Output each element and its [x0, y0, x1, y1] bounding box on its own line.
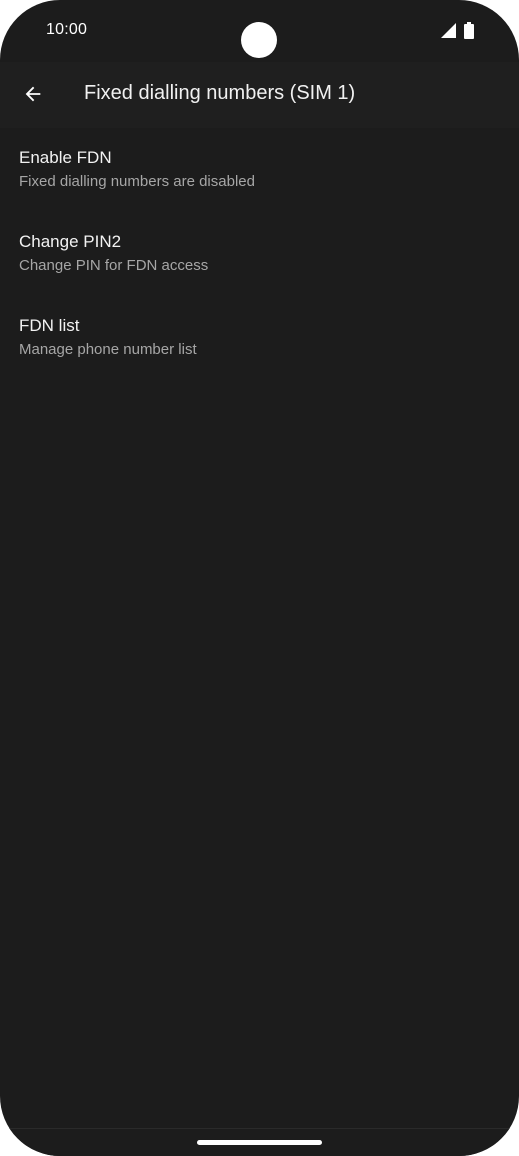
setting-summary: Manage phone number list: [19, 341, 197, 358]
signal-icon: [441, 23, 456, 38]
arrow-back-icon: [25, 86, 41, 102]
setting-title: FDN list: [19, 316, 80, 335]
app-bar: Fixed dialling numbers (SIM 1): [0, 62, 519, 128]
status-bar: 10:00: [0, 0, 519, 62]
enable-fdn-item[interactable]: Enable FDN Fixed dialling numbers are di…: [0, 128, 519, 212]
back-button[interactable]: [12, 73, 54, 115]
home-gesture-handle[interactable]: [197, 1140, 322, 1145]
camera-cutout: [241, 22, 277, 58]
fdn-list-item[interactable]: FDN list Manage phone number list: [0, 296, 519, 380]
page-title: Fixed dialling numbers (SIM 1): [84, 82, 356, 104]
phone-screen: 10:00 Fixed dialling numbers (SIM 1) Ena…: [0, 0, 519, 1156]
setting-title: Change PIN2: [19, 232, 122, 251]
setting-title: Enable FDN: [19, 148, 112, 167]
setting-summary: Fixed dialling numbers are disabled: [19, 173, 255, 190]
navigation-bar: [0, 1128, 519, 1156]
battery-icon: [464, 22, 474, 39]
change-pin2-item[interactable]: Change PIN2 Change PIN for FDN access: [0, 212, 519, 296]
setting-summary: Change PIN for FDN access: [19, 257, 209, 274]
status-time: 10:00: [46, 21, 88, 38]
settings-list: Enable FDN Fixed dialling numbers are di…: [0, 128, 519, 380]
